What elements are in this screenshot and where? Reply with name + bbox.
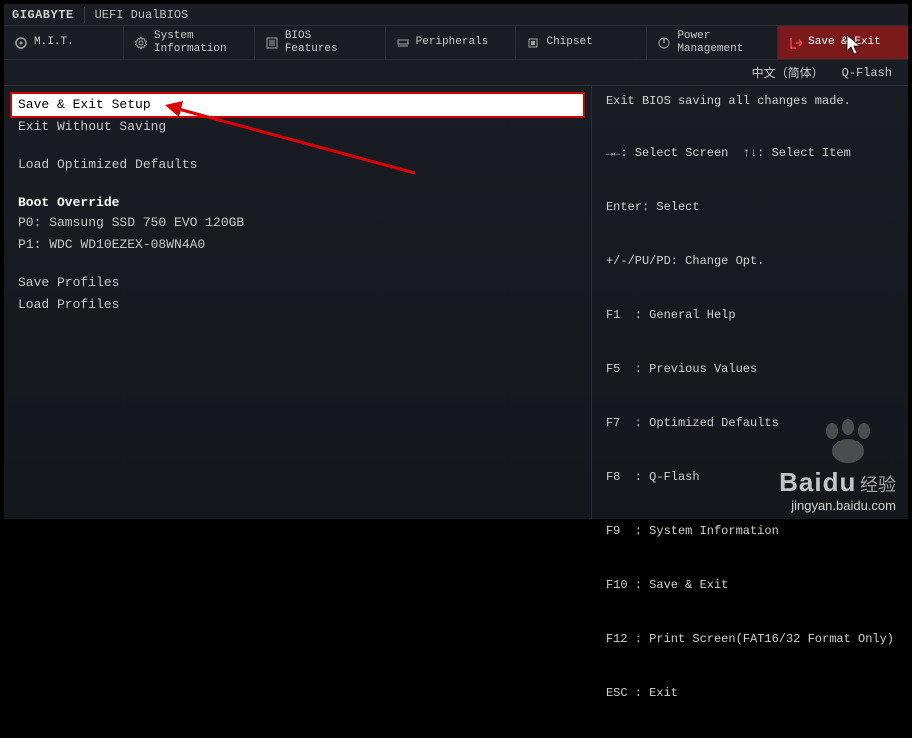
legend-line: F8 : Q-Flash	[606, 468, 894, 486]
key-legend: →←: Select Screen ↑↓: Select Item Enter:…	[606, 108, 894, 738]
legend-line: F7 : Optimized Defaults	[606, 414, 894, 432]
help-pane: Exit BIOS saving all changes made. →←: S…	[591, 86, 908, 519]
power-icon	[657, 36, 671, 50]
header-bar: GIGABYTE UEFI DualBIOS	[4, 4, 908, 26]
boot-override-p0[interactable]: P0: Samsung SSD 750 EVO 120GB	[4, 212, 591, 234]
tab-label: BIOS Features	[285, 30, 338, 54]
sub-toolbar: 中文（简体） Q-Flash	[4, 60, 908, 86]
menu-load-profiles[interactable]: Load Profiles	[4, 294, 591, 316]
qflash-button[interactable]: Q-Flash	[842, 66, 892, 80]
tab-system-information[interactable]: System Information	[124, 26, 255, 59]
menu-save-profiles[interactable]: Save Profiles	[4, 272, 591, 294]
tab-label: Power Management	[677, 30, 743, 54]
bios-name: UEFI DualBIOS	[95, 8, 189, 22]
tab-save-exit[interactable]: Save & Exit	[778, 26, 908, 59]
tab-label: Chipset	[546, 36, 592, 48]
boot-override-p1[interactable]: P1: WDC WD10EZEX-08WN4A0	[4, 234, 591, 256]
tab-label: Save & Exit	[808, 36, 881, 48]
language-selector[interactable]: 中文（简体）	[752, 64, 824, 81]
legend-line: F10 : Save & Exit	[606, 576, 894, 594]
divider	[84, 7, 85, 23]
tab-peripherals[interactable]: Peripherals	[386, 26, 517, 59]
main-content: Save & Exit Setup Exit Without Saving Lo…	[4, 86, 908, 519]
menu-exit-without-saving[interactable]: Exit Without Saving	[4, 116, 591, 138]
menu-pane: Save & Exit Setup Exit Without Saving Lo…	[4, 86, 591, 519]
device-icon	[396, 36, 410, 50]
gear-icon	[134, 36, 148, 50]
legend-line: +/-/PU/PD: Change Opt.	[606, 252, 894, 270]
tab-mit[interactable]: M.I.T.	[4, 26, 124, 59]
legend-line: F9 : System Information	[606, 522, 894, 540]
legend-line: F5 : Previous Values	[606, 360, 894, 378]
menu-save-exit-setup[interactable]: Save & Exit Setup	[12, 94, 583, 116]
tab-label: Peripherals	[416, 36, 489, 48]
help-description: Exit BIOS saving all changes made.	[606, 94, 894, 108]
tab-label: System Information	[154, 30, 227, 54]
mit-icon	[14, 36, 28, 50]
legend-line: F1 : General Help	[606, 306, 894, 324]
exit-icon	[788, 36, 802, 50]
tab-label: M.I.T.	[34, 36, 74, 48]
brand-logo: GIGABYTE	[12, 8, 74, 22]
legend-line: →←: Select Screen ↑↓: Select Item	[606, 144, 894, 162]
legend-line: ESC : Exit	[606, 684, 894, 702]
legend-line: Enter: Select	[606, 198, 894, 216]
list-icon	[265, 36, 279, 50]
tab-chipset[interactable]: Chipset	[516, 26, 647, 59]
tab-power-management[interactable]: Power Management	[647, 26, 778, 59]
spacer	[4, 138, 591, 154]
bios-screen: GIGABYTE UEFI DualBIOS M.I.T. System Inf…	[4, 4, 908, 519]
spacer	[4, 177, 591, 193]
menu-load-optimized-defaults[interactable]: Load Optimized Defaults	[4, 154, 591, 176]
spacer	[4, 256, 591, 272]
legend-line: F12 : Print Screen(FAT16/32 Format Only)	[606, 630, 894, 648]
chip-icon	[526, 36, 540, 50]
main-tabs: M.I.T. System Information BIOS Features …	[4, 26, 908, 60]
tab-bios-features[interactable]: BIOS Features	[255, 26, 386, 59]
boot-override-header: Boot Override	[4, 193, 591, 212]
